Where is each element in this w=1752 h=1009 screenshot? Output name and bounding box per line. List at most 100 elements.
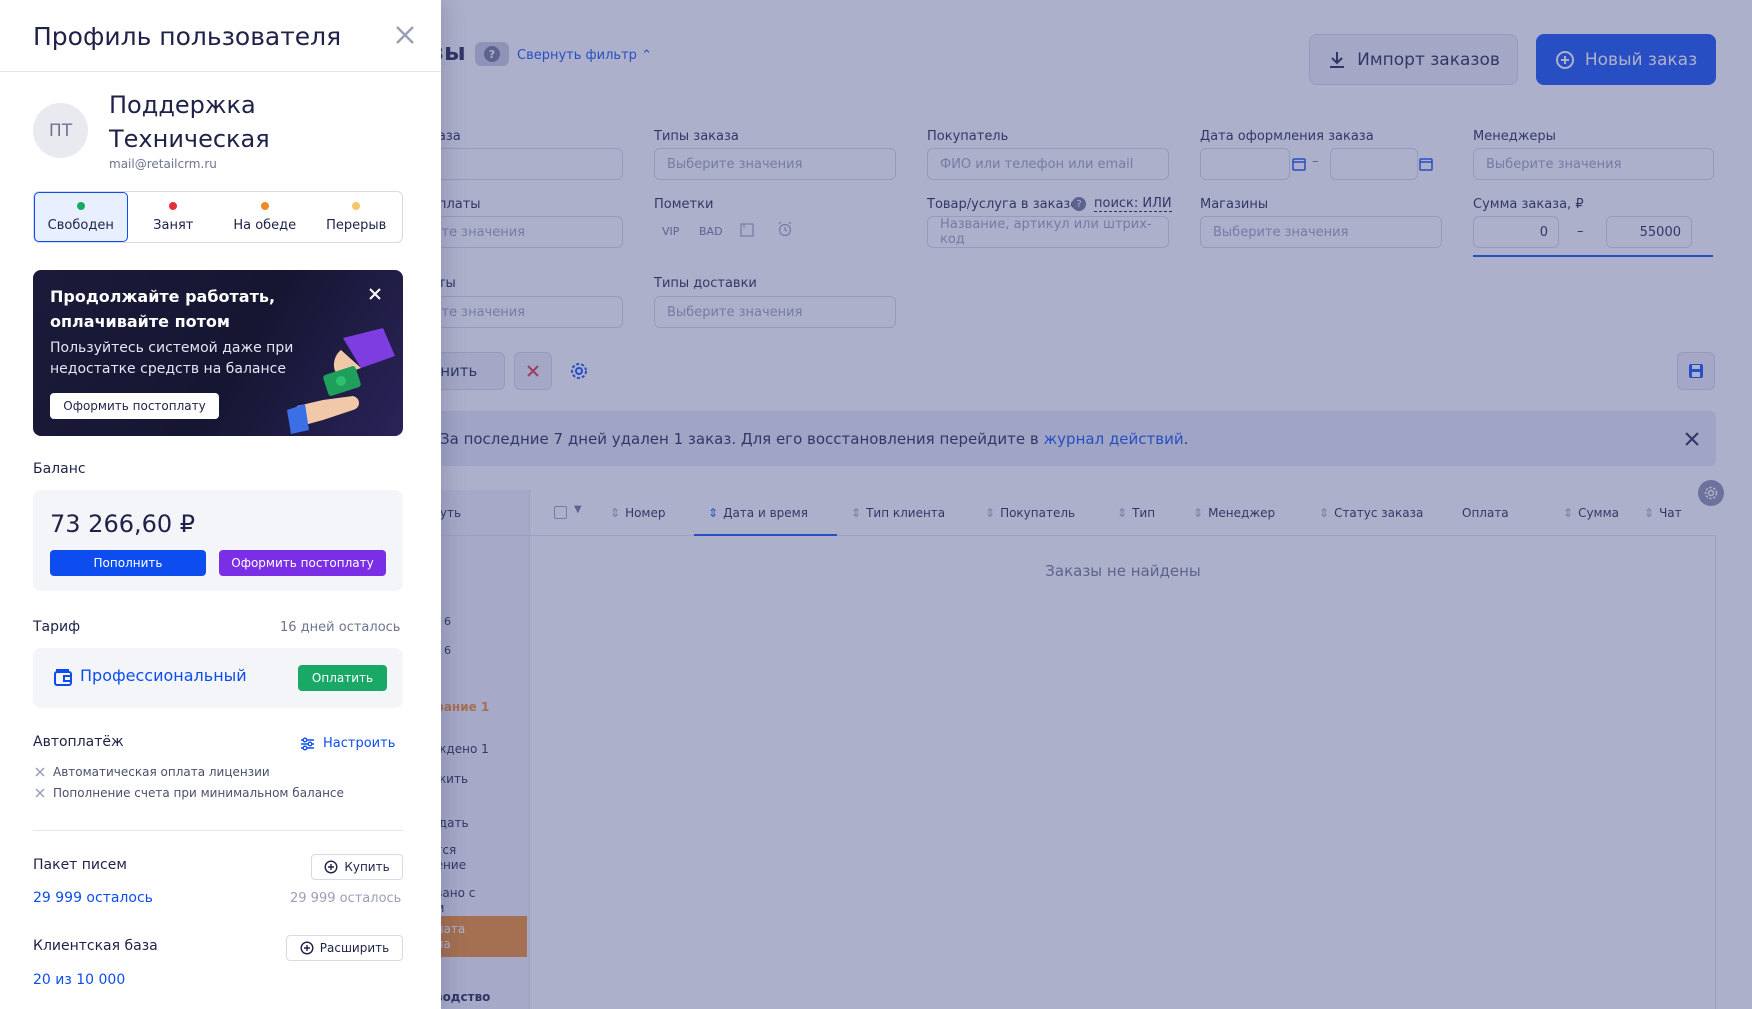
collapse-filter-link[interactable]: Свернуть фильтр ⌃ xyxy=(517,48,652,63)
status-dot xyxy=(76,201,85,210)
side-item[interactable]: 6 xyxy=(444,643,451,658)
orders-table-header: ▼ ⇕ Номер ⇕ Дата и время ⇕ Тип клиента ⇕ Пок… xyxy=(530,490,1716,536)
calendar-icon[interactable] xyxy=(1292,157,1306,171)
question-icon[interactable]: ? xyxy=(1072,197,1086,211)
tariff-label: Тариф xyxy=(33,619,81,635)
filter-settings-button[interactable] xyxy=(564,356,594,386)
user-name: Поддержка Техническая xyxy=(109,91,270,153)
avatar: ПТ xyxy=(33,103,88,158)
close-icon[interactable] xyxy=(394,24,416,46)
delivery-select[interactable]: ите значения xyxy=(420,296,623,328)
expand-clients-button[interactable]: Расширить xyxy=(286,935,403,961)
balance-label: Баланс xyxy=(33,461,86,477)
date-to-input[interactable] xyxy=(1330,148,1418,180)
date-from-input[interactable] xyxy=(1200,148,1290,180)
active-sort-indicator xyxy=(694,534,837,536)
order-types-label: Типы заказа xyxy=(654,129,739,144)
mark-vip[interactable]: VIP xyxy=(662,225,679,238)
select-all-checkbox[interactable] xyxy=(554,506,567,519)
status-busy[interactable]: Занят xyxy=(128,192,220,242)
column-chat[interactable]: ⇕ Чат xyxy=(1644,506,1682,520)
topup-button[interactable]: Пополнить xyxy=(50,550,206,576)
column-client-type[interactable]: ⇕ Тип клиента xyxy=(851,506,945,520)
work-status-selector: Свободен Занят На обеде Перерыв xyxy=(33,191,403,243)
column-datetime[interactable]: ⇕ Дата и время xyxy=(708,506,808,520)
status-break[interactable]: Перерыв xyxy=(311,192,403,242)
status-free[interactable]: Свободен xyxy=(34,192,128,242)
empty-orders-message: Заказы не найдены xyxy=(1045,562,1201,580)
close-icon[interactable] xyxy=(367,286,383,302)
clients-label: Клиентская база xyxy=(33,938,158,954)
chevron-up-icon: ⌃ xyxy=(641,48,652,63)
save-filter-button[interactable] xyxy=(1677,352,1715,390)
sliders-icon xyxy=(301,737,314,750)
status-dot xyxy=(260,201,269,210)
product-input[interactable]: Название, артикул или штрих-код xyxy=(927,216,1169,248)
sum-to-input[interactable]: 55000 xyxy=(1606,216,1692,248)
balance-value: 73 266,60 ₽ xyxy=(50,510,196,538)
tariff-name-link[interactable]: Профессиональный xyxy=(80,666,247,685)
order-date-label: Дата оформления заказа xyxy=(1200,129,1374,144)
buyer-input[interactable]: ФИО или телефон или email xyxy=(927,148,1169,180)
chevron-down-icon[interactable]: ▼ xyxy=(574,504,582,515)
gear-icon xyxy=(571,363,587,379)
alarm-icon[interactable] xyxy=(777,221,793,237)
payment-status-select[interactable]: ите значения xyxy=(420,216,623,248)
status-lunch[interactable]: На обеде xyxy=(219,192,311,242)
drawer-title: Профиль пользователя xyxy=(33,22,342,51)
autopay-setup-link[interactable]: Настроить xyxy=(300,736,395,751)
gear-icon xyxy=(1704,486,1718,500)
user-profile-drawer: Профиль пользователя ПТ Поддержка Технич… xyxy=(0,0,441,1009)
action-log-link[interactable]: журнал действий xyxy=(1044,430,1184,448)
clients-count-link[interactable]: 20 из 10 000 xyxy=(33,972,125,988)
status-dot xyxy=(169,201,178,210)
buy-letters-button[interactable]: Купить xyxy=(311,854,403,880)
date-dash: – xyxy=(1312,154,1319,169)
close-icon xyxy=(527,365,539,377)
note-icon[interactable] xyxy=(740,223,754,237)
order-types-select[interactable]: Выберите значения xyxy=(654,148,896,180)
help-button[interactable]: ? xyxy=(475,42,509,66)
autopay-item: Пополнение счета при минимальном балансе xyxy=(35,786,344,800)
plus-circle-icon xyxy=(1555,50,1574,69)
table-settings-button[interactable] xyxy=(1698,480,1724,506)
column-sum[interactable]: ⇕ Сумма xyxy=(1563,506,1619,520)
column-manager[interactable]: ⇕ Менеджер xyxy=(1193,506,1275,520)
question-icon: ? xyxy=(484,46,500,62)
search-mode-toggle[interactable]: поиск: ИЛИ xyxy=(1094,196,1172,212)
delivery-types-select[interactable]: Выберите значения xyxy=(654,296,896,328)
sum-from-input[interactable]: 0 xyxy=(1473,216,1559,248)
managers-select[interactable]: Выберите значения xyxy=(1473,148,1714,180)
import-orders-button[interactable]: Импорт заказов xyxy=(1309,34,1518,85)
deleted-orders-notice: За последние 7 дней удален 1 заказ. Для … xyxy=(420,411,1716,466)
product-label: Товар/услуга в заказе xyxy=(927,197,1079,212)
sum-dash: – xyxy=(1577,224,1584,239)
autopay-label: Автоплатёж xyxy=(33,734,124,750)
order-number-input[interactable] xyxy=(420,148,623,180)
postpay-button[interactable]: Оформить постоплату xyxy=(219,550,386,576)
autopay-item: Автоматическая оплата лицензии xyxy=(35,765,270,779)
delivery-types-label: Типы доставки xyxy=(654,276,757,291)
column-type[interactable]: ⇕ Тип xyxy=(1117,506,1155,520)
column-payment[interactable]: Оплата xyxy=(1462,506,1509,520)
letters-left-link[interactable]: 29 999 осталось xyxy=(33,890,153,906)
managers-label: Менеджеры xyxy=(1473,129,1556,144)
sum-range-slider[interactable] xyxy=(1473,255,1713,257)
pay-tariff-button[interactable]: Оплатить xyxy=(298,665,387,691)
new-order-button[interactable]: Новый заказ xyxy=(1536,34,1716,85)
sum-label: Сумма заказа, ₽ xyxy=(1473,197,1584,212)
calendar-icon[interactable] xyxy=(1419,157,1433,171)
mark-bad[interactable]: BAD xyxy=(699,225,723,238)
shops-select[interactable]: Выберите значения xyxy=(1200,216,1442,248)
column-buyer[interactable]: ⇕ Покупатель xyxy=(985,506,1075,520)
close-icon[interactable] xyxy=(1682,429,1702,449)
save-icon xyxy=(1689,364,1703,378)
promo-postpay-button[interactable]: Оформить постоплату xyxy=(50,393,219,419)
column-number[interactable]: ⇕ Номер xyxy=(610,506,665,520)
letters-label: Пакет писем xyxy=(33,857,127,873)
clear-filter-button[interactable] xyxy=(514,352,552,390)
user-email: mail@retailcrm.ru xyxy=(109,157,217,171)
buyer-label: Покупатель xyxy=(927,129,1009,144)
column-order-status[interactable]: ⇕ Статус заказа xyxy=(1319,506,1423,520)
side-item[interactable]: 6 xyxy=(444,614,451,629)
